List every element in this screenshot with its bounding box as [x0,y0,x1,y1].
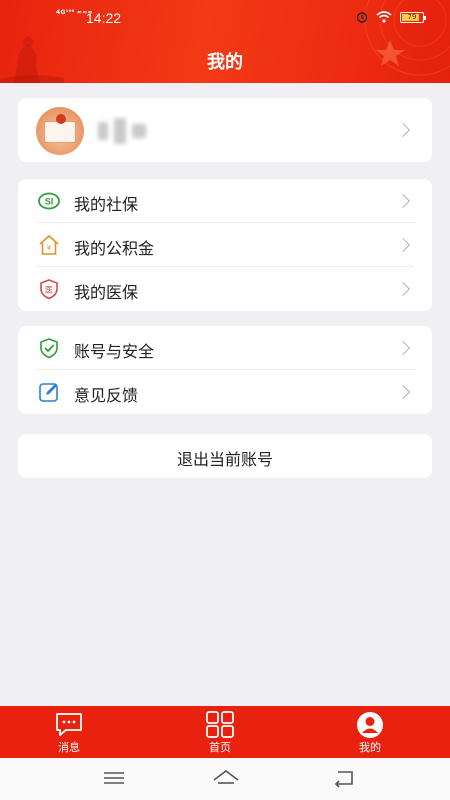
chevron-right-icon [395,193,411,209]
battery-icon: 79 [400,11,426,23]
tab-mine[interactable]: 我的 [330,706,410,758]
avatar[interactable] [36,107,84,155]
svg-text:¥: ¥ [47,244,52,252]
status-time: 14:22 [86,10,122,26]
chevron-right-icon [395,340,411,356]
social-security-icon: SI [38,192,60,210]
page-title: 我的 [207,52,243,73]
edit-icon [39,383,58,402]
medical-insurance-icon: 医 [40,279,58,300]
menu-item-account-security[interactable]: 账号与安全 [18,326,432,370]
message-icon [56,713,82,736]
menu-item-housing-fund[interactable]: ¥ 我的公积金 [18,223,432,267]
tab-label: 我的 [359,741,381,754]
svg-text:SI: SI [45,197,54,207]
status-bar: 4G¹⁶⁶ ≈≈≈ 14:22 79 [0,0,450,36]
tab-label: 消息 [58,741,80,754]
tab-label: 首页 [209,741,231,754]
status-icons: 79 [356,11,426,23]
grid-home-icon [206,711,234,738]
menu-item-social-security[interactable]: SI 我的社保 [18,179,432,223]
menu-item-label: 我的医保 [74,283,139,302]
settings-menu: 账号与安全 意见反馈 [18,326,432,414]
tab-home[interactable]: 首页 [180,706,260,758]
menu-item-medical-insurance[interactable]: 医 我的医保 [18,267,432,311]
bottom-tab-bar: 消息 首页 我的 [0,706,450,758]
services-menu: SI 我的社保 ¥ 我的公积金 医 我的医保 [18,179,432,311]
menu-item-label: 账号与安全 [74,342,155,361]
person-icon [357,712,383,738]
system-nav-bar [0,758,450,800]
header: 4G¹⁶⁶ ≈≈≈ 14:22 79 我的 [0,0,450,83]
svg-text:医: 医 [45,286,53,295]
chevron-right-icon [395,237,411,253]
menu-item-label: 我的公积金 [74,239,155,258]
logout-button[interactable]: 退出当前账号 [18,434,432,478]
house-fund-icon: ¥ [39,234,59,255]
battery-level: 79 [407,12,417,21]
chevron-right-icon [395,281,411,297]
profile-card[interactable] [18,98,432,162]
back-icon[interactable] [332,768,356,788]
user-name-redacted [98,118,146,144]
home-icon[interactable] [212,768,240,788]
alarm-icon [356,12,368,23]
tab-messages[interactable]: 消息 [29,706,109,758]
shield-check-icon [40,338,58,359]
chevron-right-icon [395,122,411,138]
menu-item-label: 我的社保 [74,195,139,214]
menu-icon[interactable] [102,768,126,788]
menu-item-feedback[interactable]: 意见反馈 [18,370,432,414]
logout-label: 退出当前账号 [176,450,273,469]
menu-item-label: 意见反馈 [74,386,139,405]
chevron-right-icon [395,384,411,400]
wifi-icon [376,11,392,23]
